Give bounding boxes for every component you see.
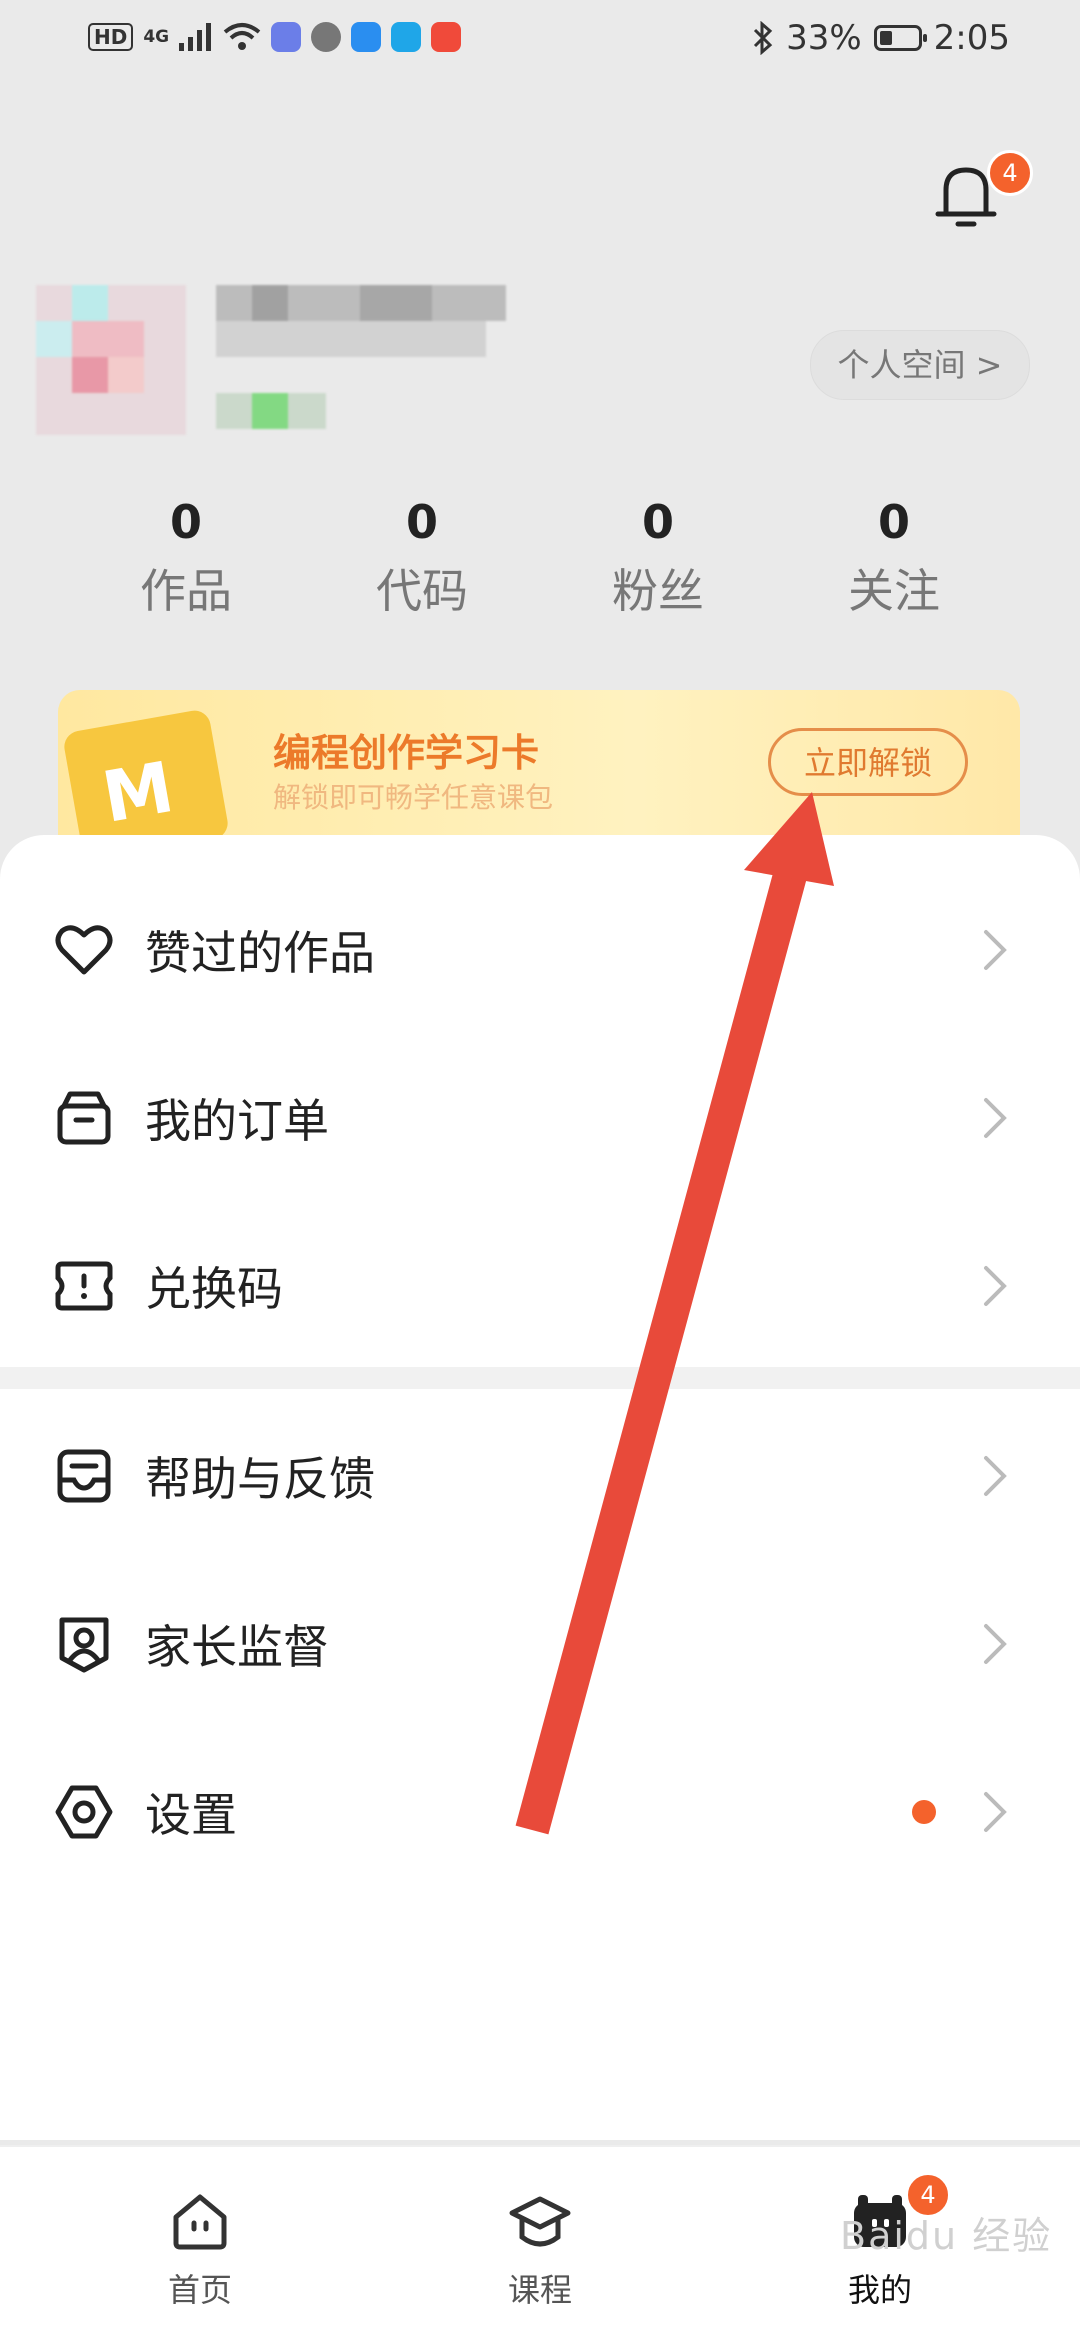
nav-courses[interactable]: 课程: [440, 2147, 640, 2342]
box-icon: [57, 1091, 111, 1145]
status-bar: HD 4G 33% 2:05: [0, 0, 1080, 84]
stat-following[interactable]: 0 关注: [794, 495, 994, 621]
weather-app-icon: [351, 22, 382, 52]
ticket-icon: [55, 1261, 113, 1311]
hexagon-gear-icon: [55, 1785, 113, 1839]
hand-app-icon: [311, 22, 342, 52]
notification-badge: 4: [987, 150, 1033, 196]
nav-label: 课程: [507, 2271, 572, 2309]
music-app-icon: [271, 22, 302, 52]
battery-icon: [873, 25, 927, 51]
search-app-icon: [391, 22, 422, 52]
chevron-right-icon: [984, 1098, 1007, 1138]
menu-item-redeem-code[interactable]: 兑换码: [0, 1202, 1080, 1370]
signal-icon: [179, 23, 212, 51]
chevron-right-icon: [984, 1266, 1007, 1306]
heart-icon: [55, 925, 113, 975]
stats-row: 0 作品 0 代码 0 粉丝 0 关注: [0, 495, 1080, 645]
status-bar-left: HD 4G: [88, 22, 462, 52]
menu-label: 设置: [145, 1788, 237, 1842]
status-bar-right: 33% 2:05: [752, 18, 1010, 58]
stat-code[interactable]: 0 代码: [322, 495, 522, 621]
battery-percent: 33%: [786, 18, 862, 58]
stat-works[interactable]: 0 作品: [86, 495, 286, 621]
menu-item-parental-control[interactable]: 家长监督: [0, 1560, 1080, 1728]
menu-item-my-orders[interactable]: 我的订单: [0, 1034, 1080, 1202]
menu-label: 帮助与反馈: [145, 1452, 375, 1506]
baidu-watermark: Baidu 经验: [840, 2214, 1053, 2258]
clock: 2:05: [933, 18, 1010, 58]
menu-item-settings[interactable]: 设置: [0, 1728, 1080, 1896]
menu-label: 兑换码: [145, 1262, 283, 1316]
new-indicator-dot: [912, 1800, 936, 1824]
banner-title: 编程创作学习卡: [273, 731, 540, 775]
wifi-icon: [223, 23, 261, 50]
banner-subtitle: 解锁即可畅学任意课包: [273, 781, 554, 814]
nav-home[interactable]: 首页: [100, 2147, 300, 2342]
graduation-cap-icon: [509, 2196, 571, 2247]
home-icon: [173, 2194, 227, 2250]
stat-label: 粉丝: [612, 564, 704, 618]
gallery-app-icon: [431, 22, 462, 52]
battery-level: [879, 31, 892, 45]
stat-value: 0: [641, 495, 674, 549]
stat-value: 0: [877, 495, 910, 549]
stat-fans[interactable]: 0 粉丝: [558, 495, 758, 621]
chevron-right-icon: [984, 1624, 1007, 1664]
menu-label: 家长监督: [145, 1620, 329, 1674]
hd-indicator: HD: [88, 23, 134, 51]
stat-label: 作品: [140, 564, 232, 618]
menu-item-liked-works[interactable]: 赞过的作品: [0, 866, 1080, 1034]
menu-item-help-feedback[interactable]: 帮助与反馈: [0, 1392, 1080, 1560]
menu-label: 我的订单: [145, 1094, 329, 1148]
chevron-right-icon: [984, 930, 1007, 970]
bluetooth-icon: [754, 21, 773, 55]
nav-label: 我的: [847, 2271, 912, 2309]
chevron-right-icon: [984, 1792, 1007, 1832]
stat-value: 0: [169, 495, 202, 549]
stat-value: 0: [405, 495, 438, 549]
inbox-icon: [57, 1449, 111, 1503]
stat-label: 关注: [848, 564, 940, 618]
personal-space-button[interactable]: 个人空间 >: [810, 330, 1030, 400]
parent-shield-icon: [59, 1617, 109, 1673]
chevron-right-icon: [984, 1456, 1007, 1496]
menu-label: 赞过的作品: [145, 926, 375, 980]
stat-label: 代码: [376, 564, 468, 618]
avatar-and-username-blurred[interactable]: [36, 285, 506, 445]
unlock-now-button[interactable]: 立即解锁: [768, 728, 968, 796]
network-type: 4G: [143, 27, 170, 47]
section-divider: [0, 1367, 1080, 1389]
nav-label: 首页: [167, 2271, 232, 2309]
